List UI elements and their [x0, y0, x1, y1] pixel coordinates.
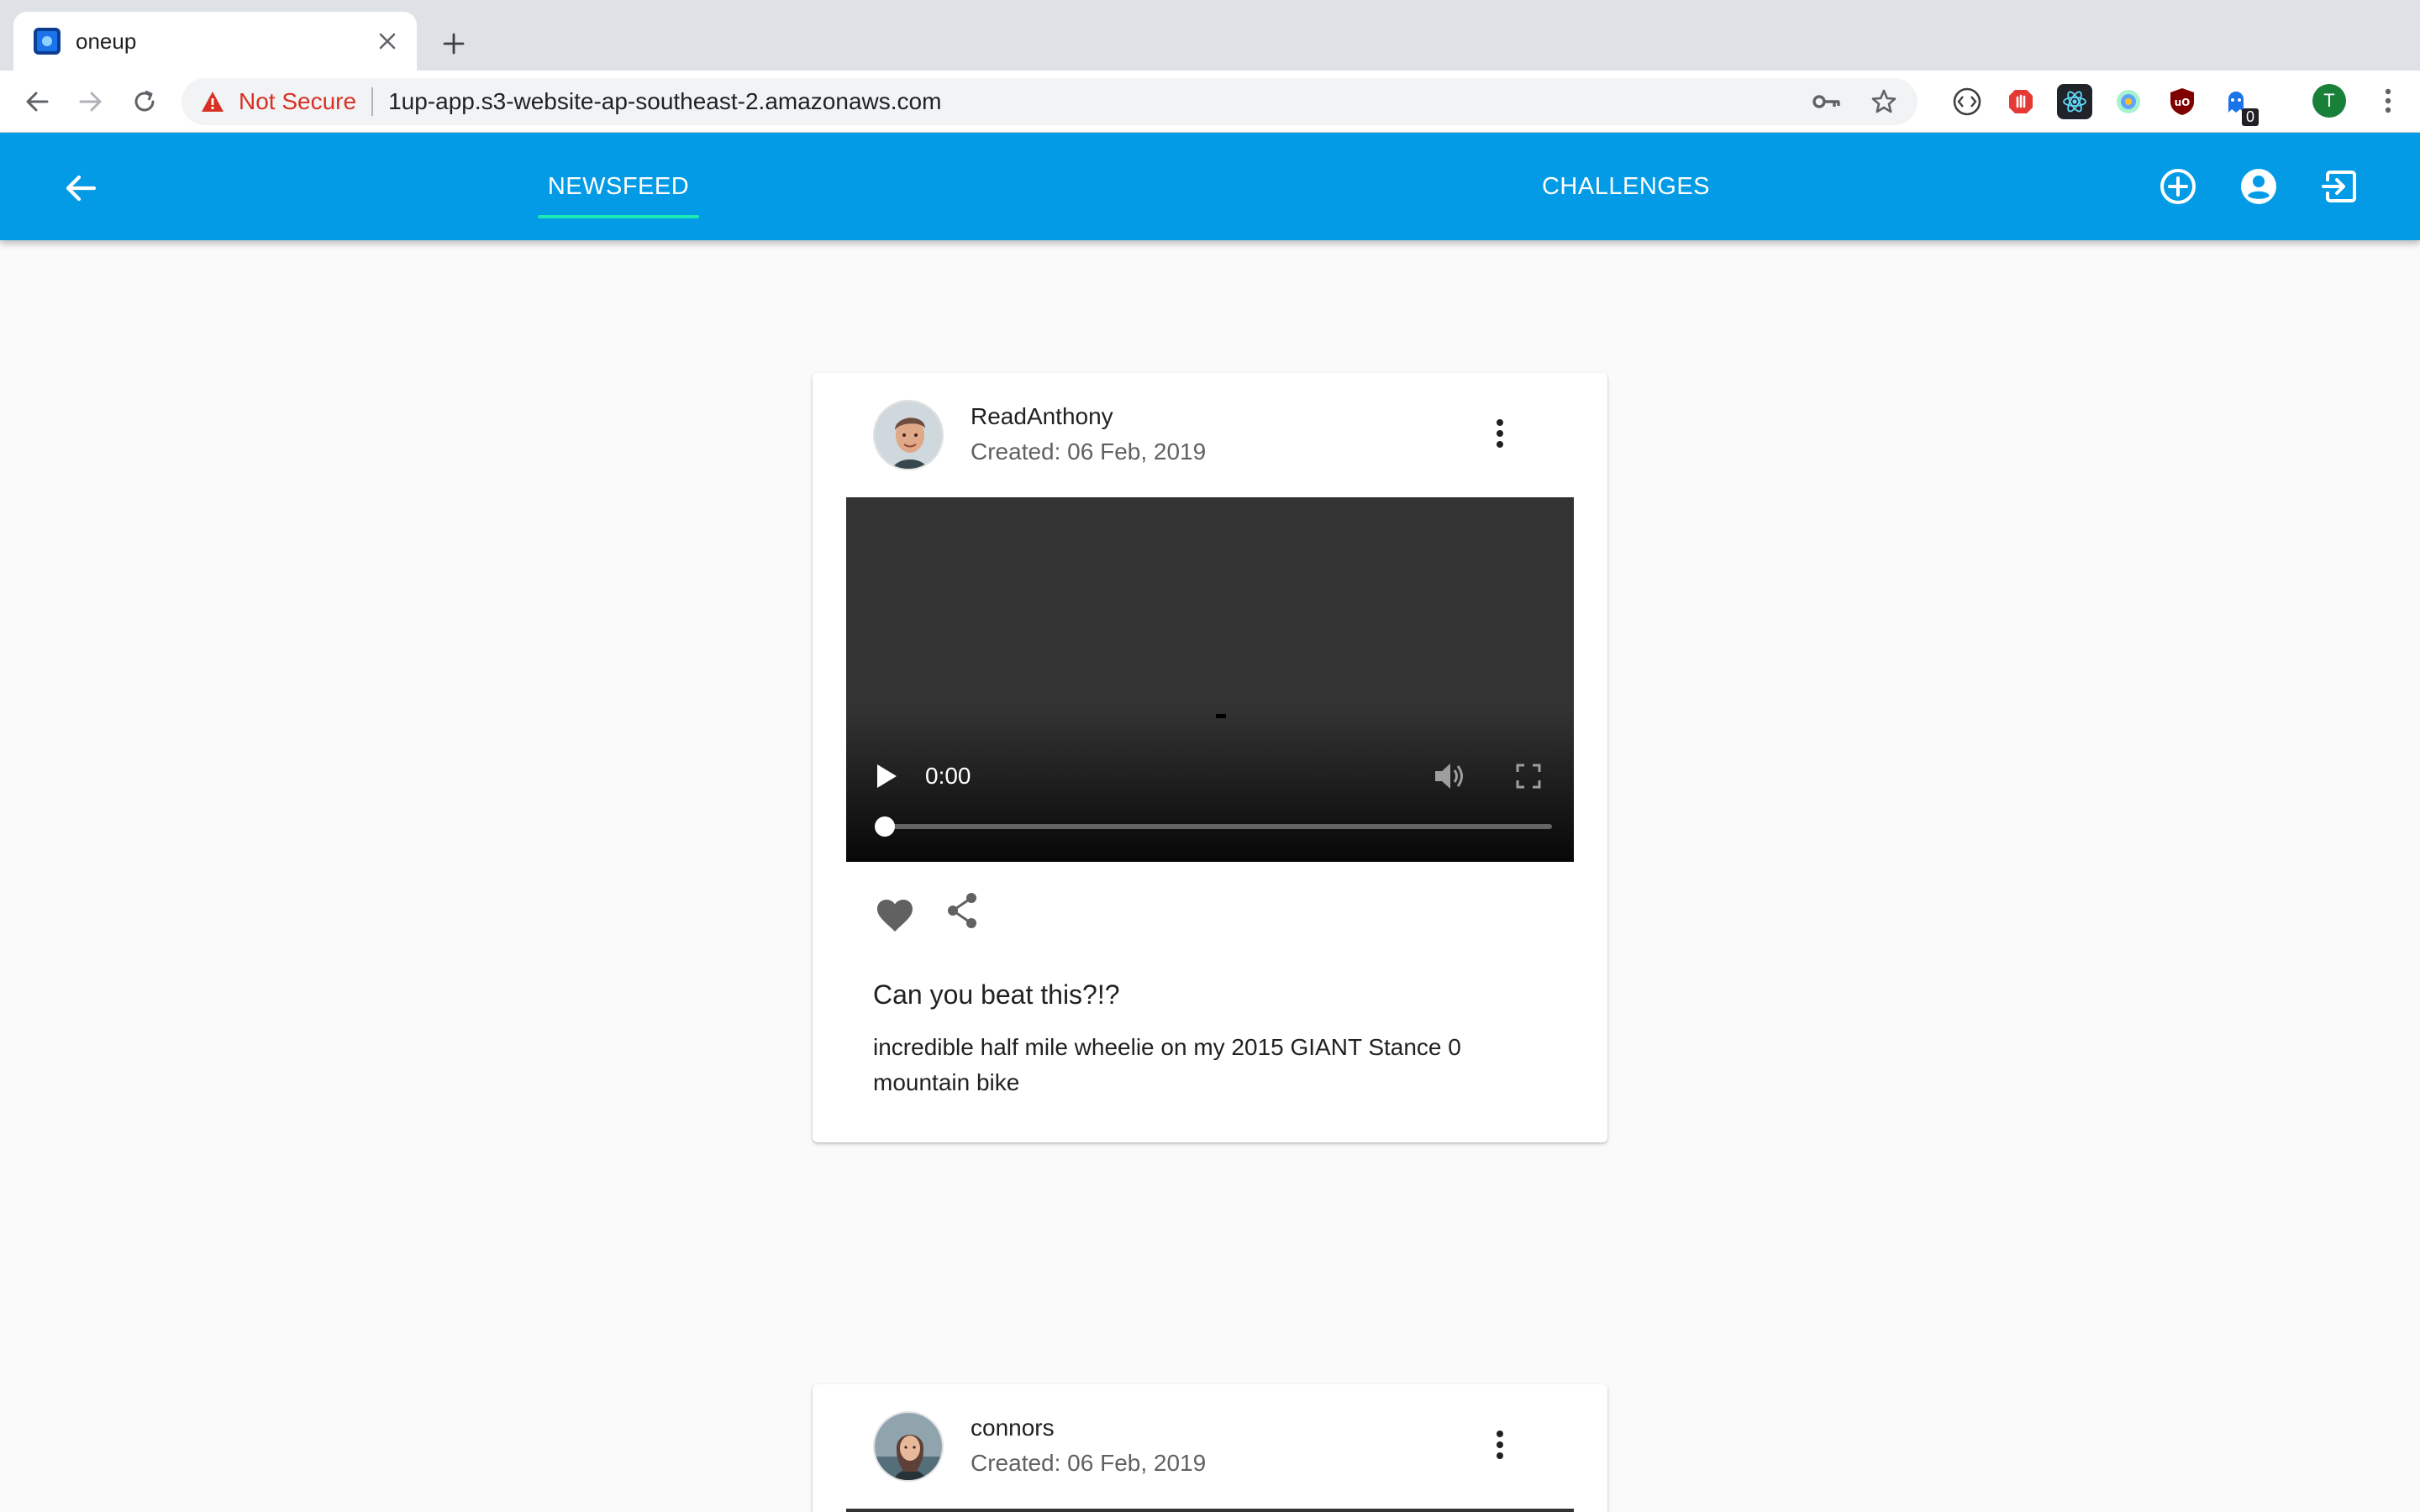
svg-text:uO: uO: [2175, 97, 2191, 108]
address-bar[interactable]: Not Secure 1up-app.s3-website-ap-southea…: [182, 78, 1918, 125]
react-devtools-icon[interactable]: [2057, 84, 2092, 119]
ublock-icon[interactable]: uO: [2165, 84, 2200, 119]
video-time: 0:00: [925, 763, 971, 789]
omnibox-actions: [1810, 85, 1901, 118]
like-heart-icon[interactable]: [873, 894, 917, 937]
video-progress-thumb[interactable]: [875, 816, 895, 837]
tab-newsfeed[interactable]: NEWSFEED: [538, 133, 699, 240]
more-options-icon[interactable]: [1476, 1421, 1523, 1468]
back-icon[interactable]: [17, 81, 57, 122]
post-created-date: Created: 06 Feb, 2019: [971, 1450, 1207, 1476]
close-tab-icon[interactable]: [373, 27, 402, 55]
video-frame: [1216, 714, 1226, 718]
avatar[interactable]: [873, 400, 944, 470]
video-player[interactable]: 0:00: [846, 497, 1574, 862]
code-extension-icon[interactable]: [1949, 84, 1985, 119]
bookmark-star-icon[interactable]: [1867, 85, 1901, 118]
account-circle-icon[interactable]: [2235, 163, 2282, 210]
more-options-icon[interactable]: [1476, 410, 1523, 457]
post-description: incredible half mile wheelie on my 2015 …: [873, 1034, 1461, 1095]
ghostery-icon[interactable]: 0: [2218, 84, 2259, 126]
post-title: Can you beat this?!?: [873, 979, 1120, 1010]
post-card: ReadAnthony Created: 06 Feb, 2019 0:00 C…: [813, 373, 1607, 1142]
fullscreen-icon[interactable]: [1510, 758, 1547, 795]
app-bar: NEWSFEED CHALLENGES: [0, 133, 2420, 240]
post-created-date: Created: 06 Feb, 2019: [971, 438, 1207, 465]
reload-icon[interactable]: [124, 81, 165, 122]
colorful-extension-icon[interactable]: [2111, 84, 2146, 119]
active-tab-indicator: [538, 215, 699, 218]
post-card: connors Created: 06 Feb, 2019: [813, 1384, 1607, 1512]
forward-icon[interactable]: [71, 81, 111, 122]
post-username[interactable]: ReadAnthony: [971, 403, 1113, 430]
back-arrow-icon[interactable]: [57, 165, 104, 212]
key-icon[interactable]: [1810, 85, 1844, 118]
browser-tab[interactable]: oneup: [13, 12, 417, 71]
extensions-bar: uO 0: [1949, 81, 2259, 126]
logout-icon[interactable]: [2316, 163, 2363, 210]
play-icon[interactable]: [870, 759, 903, 793]
security-label[interactable]: Not Secure: [239, 88, 356, 115]
video-progress-track[interactable]: [883, 824, 1552, 829]
hand-extension-icon[interactable]: [2003, 84, 2039, 119]
add-circle-icon[interactable]: [2154, 163, 2202, 210]
avatar[interactable]: [873, 1411, 944, 1482]
browser-tabstrip: oneup: [0, 0, 2420, 71]
warning-icon: [198, 87, 227, 116]
profile-avatar[interactable]: T: [2312, 84, 2346, 118]
extension-badge: 0: [2241, 108, 2259, 126]
url-text[interactable]: 1up-app.s3-website-ap-southeast-2.amazon…: [388, 88, 941, 115]
tab-challenges[interactable]: CHALLENGES: [1512, 133, 1739, 240]
video-player[interactable]: [846, 1509, 1574, 1512]
browser-menu-icon[interactable]: [2371, 84, 2405, 118]
omnibox-divider: [371, 87, 374, 116]
post-username[interactable]: connors: [971, 1415, 1055, 1441]
tab-title: oneup: [76, 28, 137, 54]
share-icon[interactable]: [940, 889, 984, 932]
volume-icon[interactable]: [1431, 758, 1468, 795]
new-tab-icon[interactable]: [434, 24, 474, 64]
favicon-icon: [34, 28, 60, 55]
